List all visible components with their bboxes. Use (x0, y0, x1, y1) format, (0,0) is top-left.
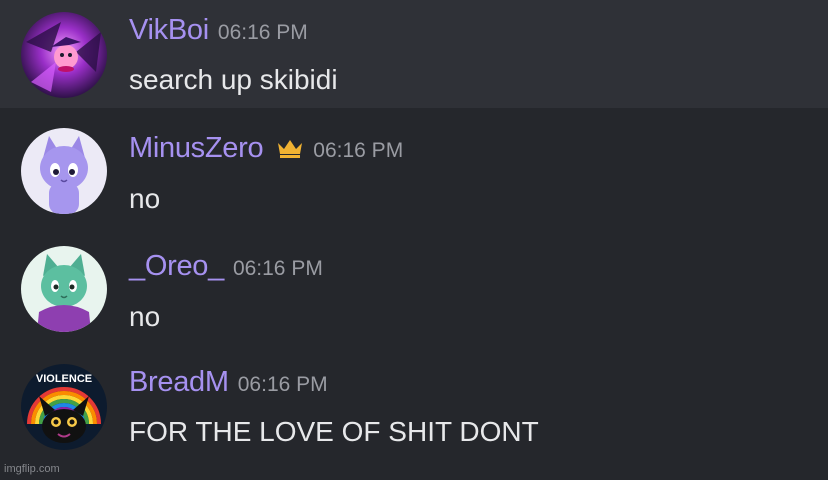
message-header: MinusZero 06:16 PM (129, 132, 403, 165)
username[interactable]: _Oreo_ (129, 250, 224, 283)
violence-label: VIOLENCE (36, 373, 92, 385)
avatar[interactable] (21, 12, 107, 98)
message-header: _Oreo_ 06:16 PM (129, 250, 323, 283)
timestamp: 06:16 PM (232, 257, 323, 280)
message-item[interactable]: _Oreo_ 06:16 PM no (0, 226, 828, 344)
timestamp: 06:16 PM (217, 21, 308, 44)
avatar[interactable]: VIOLENCE (21, 364, 107, 450)
username[interactable]: MinusZero (129, 132, 264, 165)
kirby-avatar-icon (21, 12, 107, 98)
username[interactable]: BreadM (129, 366, 229, 399)
message-text: FOR THE LOVE OF SHIT DONT (129, 416, 539, 447)
crown-icon (276, 137, 304, 159)
message-text: search up skibidi (129, 64, 338, 95)
purple-cat-avatar-icon (21, 128, 107, 214)
avatar[interactable] (21, 128, 107, 214)
green-cat-avatar-icon (21, 246, 107, 332)
message-text: no (129, 301, 161, 332)
message-item[interactable]: VikBoi 06:16 PM search up skibidi (0, 0, 828, 108)
violence-rainbow-cat-avatar-icon: VIOLENCE (21, 364, 107, 450)
message-text: no (129, 183, 161, 214)
message-header: VikBoi 06:16 PM (129, 14, 308, 47)
message-item[interactable]: MinusZero 06:16 PM no (0, 108, 828, 226)
username[interactable]: VikBoi (129, 14, 209, 47)
message-item[interactable]: VIOLENCE BreadM 06:16 PM FOR THE LOVE OF… (0, 344, 828, 464)
watermark: imgflip.com (4, 463, 60, 475)
message-header: BreadM 06:16 PM (129, 366, 328, 399)
timestamp: 06:16 PM (237, 373, 328, 396)
avatar[interactable] (21, 246, 107, 332)
timestamp: 06:16 PM (313, 139, 404, 162)
chat-log: VikBoi 06:16 PM search up skibidi MinusZ… (0, 0, 828, 480)
